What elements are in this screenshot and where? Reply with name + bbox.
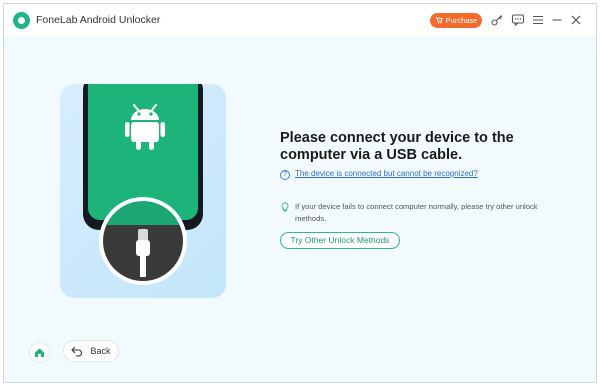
app-window: FoneLab Android Unlocker Purchase Please… [3,3,597,383]
not-recognized-link[interactable]: The device is connected but cannot be re… [295,169,478,178]
heading-line-1: Please connect your device to the [280,130,514,146]
purchase-button[interactable]: Purchase [430,13,482,28]
home-button[interactable] [30,343,49,362]
key-icon[interactable] [490,13,504,27]
close-icon[interactable] [569,13,583,27]
usb-cable-closeup [99,197,187,285]
home-icon [35,348,44,357]
title-bar: FoneLab Android Unlocker Purchase [4,4,596,36]
back-button[interactable]: Back [63,340,119,362]
connect-instruction-heading: Please connect your device to the comput… [280,130,530,164]
heading-line-2: computer via a USB cable. [280,147,463,163]
app-logo-icon [13,12,30,29]
app-title: FoneLab Android Unlocker [36,14,161,26]
try-other-unlock-methods-button[interactable]: Try Other Unlock Methods [280,232,400,249]
minimize-icon[interactable] [550,13,564,27]
usb-plug-icon [136,229,150,277]
purchase-label: Purchase [445,16,478,25]
lightbulb-icon [281,202,289,212]
menu-icon[interactable] [531,13,545,27]
question-icon: ? [280,170,290,180]
cart-icon [435,16,443,26]
connection-tip-text: If your device fails to connect computer… [295,202,538,223]
connect-device-illustration [60,84,226,298]
back-arrow-icon [71,346,83,357]
back-label: Back [90,346,111,356]
feedback-icon[interactable] [511,13,525,27]
android-robot-icon [125,104,165,150]
